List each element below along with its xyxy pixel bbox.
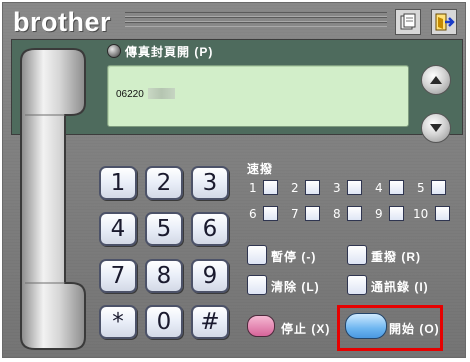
speed-dial-number: 1	[249, 181, 257, 195]
fax-window: brother 傳真封頁開 (P) 06220 1 2 3 4 5 6 7 8 …	[2, 2, 466, 358]
speed-dial-number: 2	[291, 181, 299, 195]
brand-logo: brother	[13, 7, 111, 37]
speed-dial-checkbox[interactable]	[263, 206, 278, 221]
speed-dial-number: 8	[333, 207, 341, 221]
speed-dial-checkbox[interactable]	[431, 180, 446, 195]
key-8[interactable]: 8	[145, 259, 183, 293]
speed-dial-3[interactable]: 3	[333, 180, 369, 198]
speed-dial-number: 4	[375, 181, 383, 195]
start-button[interactable]	[345, 313, 387, 339]
clear-label: 清除 (L)	[271, 280, 320, 294]
speed-dial-checkbox[interactable]	[435, 206, 450, 221]
pause-label: 暫停 (-)	[271, 250, 317, 264]
triangle-down-icon	[430, 124, 442, 132]
speed-dial-number: 7	[291, 207, 299, 221]
speed-dial-5[interactable]: 5	[417, 180, 453, 198]
speed-dial-9[interactable]: 9	[375, 206, 411, 224]
start-label: 開始 (O)	[389, 322, 440, 336]
speed-dial-number: 3	[333, 181, 341, 195]
speed-dial-6[interactable]: 6	[249, 206, 285, 224]
exit-icon	[435, 13, 455, 31]
key-0[interactable]: 0	[145, 305, 183, 339]
exit-button[interactable]	[431, 9, 457, 35]
speed-dial-checkbox[interactable]	[347, 206, 362, 221]
pause-checkbox[interactable]	[247, 245, 267, 265]
address-book-label: 通訊錄 (I)	[371, 280, 429, 294]
speed-dial-number: 6	[249, 207, 257, 221]
key-5[interactable]: 5	[145, 212, 183, 246]
stop-label: 停止 (X)	[281, 322, 331, 336]
speed-dial-1[interactable]: 1	[249, 180, 285, 198]
handset[interactable]	[15, 47, 89, 351]
clear-checkbox[interactable]	[247, 275, 267, 295]
cover-page-indicator[interactable]	[107, 44, 121, 58]
address-book-checkbox[interactable]	[347, 275, 367, 295]
key-3[interactable]: 3	[191, 166, 229, 200]
speed-dial-number: 9	[375, 207, 383, 221]
key-hash[interactable]: #	[191, 305, 229, 339]
speed-dial-10[interactable]: 10	[413, 206, 453, 224]
speed-dial-number: 5	[417, 181, 425, 195]
redial-button[interactable]: 重撥 (R)	[347, 245, 447, 265]
scroll-down-button[interactable]	[421, 113, 451, 143]
key-1[interactable]: 1	[99, 166, 137, 200]
speed-dial-checkbox[interactable]	[347, 180, 362, 195]
address-book-entry-button[interactable]: 通訊錄 (I)	[347, 275, 451, 295]
triangle-up-icon	[430, 76, 442, 84]
lcd-display: 06220	[107, 65, 409, 127]
key-6[interactable]: 6	[191, 212, 229, 246]
speed-dial-2[interactable]: 2	[291, 180, 327, 198]
redacted-digits	[148, 88, 175, 99]
speed-dial-checkbox[interactable]	[263, 180, 278, 195]
key-2[interactable]: 2	[145, 166, 183, 200]
key-7[interactable]: 7	[99, 259, 137, 293]
redial-label: 重撥 (R)	[371, 250, 421, 264]
stop-button[interactable]	[247, 315, 275, 337]
cover-page-label: 傳真封頁開 (P)	[125, 45, 214, 59]
key-4[interactable]: 4	[99, 212, 137, 246]
scroll-up-button[interactable]	[421, 65, 451, 95]
pause-button[interactable]: 暫停 (-)	[247, 245, 337, 265]
speed-dial-checkbox[interactable]	[305, 206, 320, 221]
speed-dial-7[interactable]: 7	[291, 206, 327, 224]
key-9[interactable]: 9	[191, 259, 229, 293]
speed-dial-label: 速撥	[247, 162, 274, 176]
speed-dial-8[interactable]: 8	[333, 206, 369, 224]
speed-dial-checkbox[interactable]	[305, 180, 320, 195]
address-book-icon	[400, 13, 416, 30]
key-star[interactable]: *	[99, 305, 137, 339]
dialed-number: 06220	[116, 89, 144, 100]
speed-dial-number: 10	[413, 207, 429, 221]
clear-button[interactable]: 清除 (L)	[247, 275, 337, 295]
grip-line	[125, 22, 387, 27]
address-book-button[interactable]	[395, 9, 421, 35]
redial-checkbox[interactable]	[347, 245, 367, 265]
speed-dial-checkbox[interactable]	[389, 180, 404, 195]
speed-dial-4[interactable]: 4	[375, 180, 411, 198]
speed-dial-checkbox[interactable]	[389, 206, 404, 221]
